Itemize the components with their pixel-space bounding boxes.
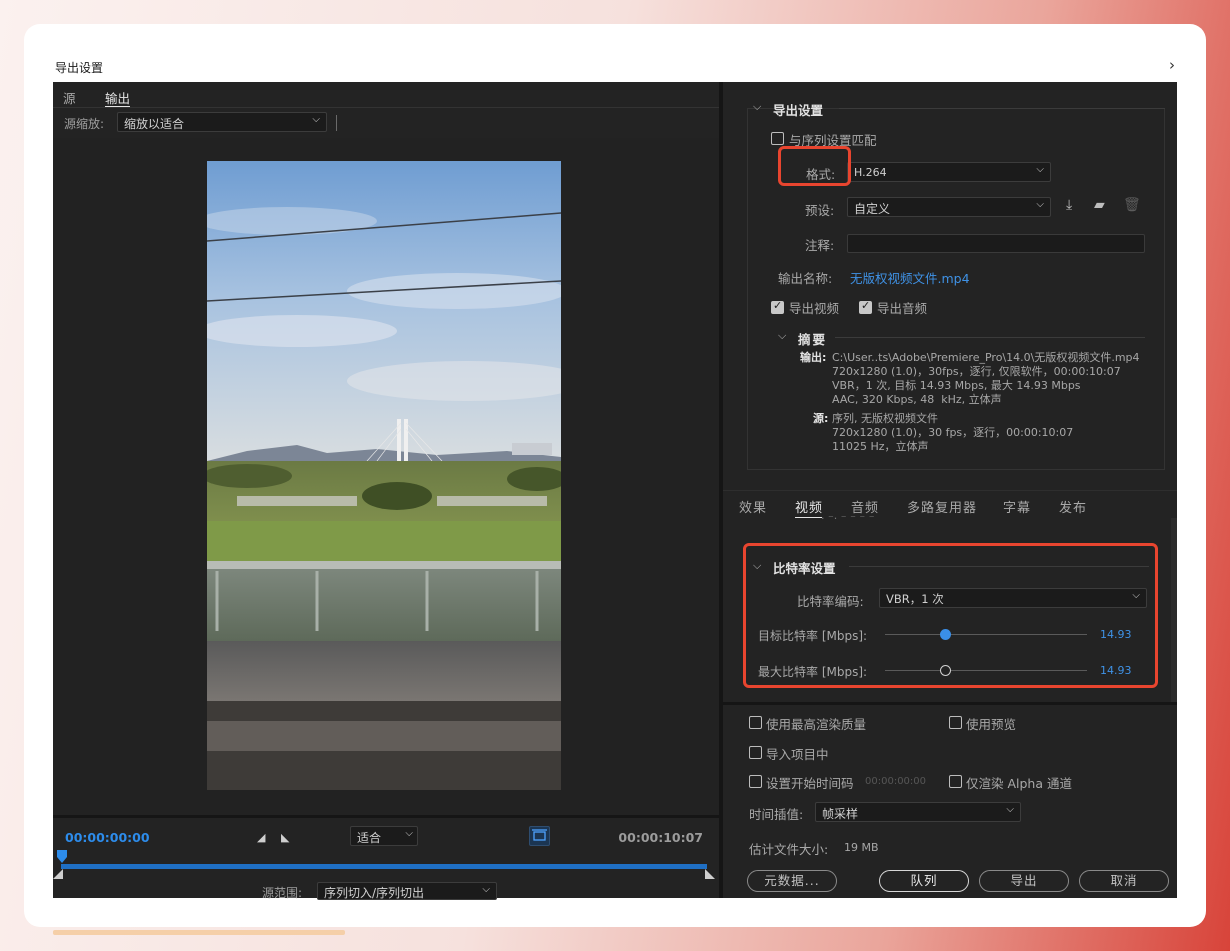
collapse-chevron-icon[interactable]: ⌵ xyxy=(753,100,761,114)
export-settings-dialog: 导出设置 › 源 输出 源缩放: 缩放以适合 ⌵ 00:00:00:00 ◢ ◣… xyxy=(53,52,1177,900)
source-scale-label: 源缩放: xyxy=(64,117,105,131)
tab-video[interactable]: 视频 xyxy=(795,497,823,518)
summary-output-label: 输出: xyxy=(800,351,827,364)
timeline-controls: 00:00:00:00 ◢ ◣ 适合 ⌵ 00:00:10:07 源范围: 序列… xyxy=(53,815,719,900)
render-alpha-label: 仅渲染 Alpha 通道 xyxy=(966,776,1072,791)
fit-value: 适合 xyxy=(357,831,382,845)
settings-tabs: 效果 视频 音频 多路复用器 字幕 发布 xyxy=(723,490,1177,518)
summary-rule xyxy=(835,337,1145,338)
save-preset-icon[interactable]: ⤓ xyxy=(1066,197,1072,213)
clipped-row-text: · ⁻· ⁻ ⁻ ⁻ ⁻ xyxy=(821,512,875,525)
chevron-down-icon: ⌵ xyxy=(405,828,413,839)
format-value: H.264 xyxy=(854,166,887,179)
tab-source[interactable]: 源 xyxy=(63,88,76,107)
source-range-value: 序列切入/序列切出 xyxy=(324,886,425,900)
queue-button[interactable]: 队列 xyxy=(879,870,969,892)
chevron-down-icon: ⌵ xyxy=(1006,804,1014,815)
import-into-project-checkbox[interactable] xyxy=(749,746,762,759)
estimated-size-label: 估计文件大小: xyxy=(749,842,829,857)
time-interpolation-value: 帧采样 xyxy=(822,807,859,821)
comments-input[interactable] xyxy=(847,234,1145,253)
tab-captions[interactable]: 字幕 xyxy=(1003,497,1031,516)
summary-chevron-icon[interactable]: ⌵ xyxy=(778,329,786,343)
cancel-button[interactable]: 取消 xyxy=(1079,870,1169,892)
preset-select[interactable]: 自定义 ⌵ xyxy=(847,197,1051,217)
tab-multiplexer[interactable]: 多路复用器 xyxy=(907,497,977,516)
section-rule xyxy=(839,108,1165,109)
timecode-end: 00:00:10:07 xyxy=(618,830,703,845)
export-options: 使用最高渲染质量 使用预览 导入项目中 设置开始时间码 00:00:00:00 … xyxy=(723,702,1177,898)
tab-publish[interactable]: 发布 xyxy=(1059,497,1087,516)
export-audio-label: 导出音频 xyxy=(877,301,928,316)
time-interpolation-label: 时间插值: xyxy=(749,807,804,822)
delete-preset-icon[interactable]: 🗑 xyxy=(1123,197,1141,213)
timecode-start[interactable]: 00:00:00:00 xyxy=(65,830,150,845)
estimated-size-value: 19 MB xyxy=(844,841,879,854)
chevron-down-icon: ⌵ xyxy=(1036,164,1044,175)
fit-select[interactable]: 适合 ⌵ xyxy=(350,826,418,846)
max-render-quality-checkbox[interactable] xyxy=(749,716,762,729)
preset-label: 预设: xyxy=(805,203,835,218)
title-bar: 导出设置 › xyxy=(53,52,1177,82)
video-frame-image xyxy=(207,161,561,790)
tab-output[interactable]: 输出 xyxy=(105,88,131,107)
format-select[interactable]: H.264 ⌵ xyxy=(847,162,1051,182)
metadata-button[interactable]: 元数据... xyxy=(747,870,837,892)
summary-output-text: C:\User..ts\Adobe\Premiere_Pro\14.0\无版权视… xyxy=(832,351,1140,406)
video-monitor xyxy=(53,138,719,815)
preview-tabs: 源 输出 xyxy=(53,82,719,108)
video-frame-preview xyxy=(207,161,561,790)
bitrate-highlight-box xyxy=(743,543,1158,688)
aspect-ratio-icon[interactable] xyxy=(529,826,550,846)
playhead-icon[interactable] xyxy=(57,850,67,864)
format-highlight-box xyxy=(778,146,851,186)
use-previews-label: 使用预览 xyxy=(966,717,1017,732)
match-sequence-checkbox[interactable] xyxy=(771,132,784,145)
max-render-quality-label: 使用最高渲染质量 xyxy=(766,717,867,732)
source-scale-value: 缩放以适合 xyxy=(124,117,185,131)
set-start-timecode-label: 设置开始时间码 xyxy=(766,776,854,791)
close-icon[interactable]: › xyxy=(1169,56,1175,74)
comments-label: 注释: xyxy=(805,238,835,253)
time-interpolation-select[interactable]: 帧采样 ⌵ xyxy=(815,802,1021,822)
summary-title: 摘要 xyxy=(798,332,828,347)
use-previews-checkbox[interactable] xyxy=(949,716,962,729)
export-settings-title: 导出设置 xyxy=(773,103,824,118)
import-into-project-label: 导入项目中 xyxy=(766,747,829,762)
range-start-handle-icon[interactable] xyxy=(53,869,63,879)
render-alpha-checkbox[interactable] xyxy=(949,775,962,788)
source-range-select[interactable]: 序列切入/序列切出 ⌵ xyxy=(317,882,497,900)
window-title: 导出设置 xyxy=(55,61,104,75)
export-button[interactable]: 导出 xyxy=(979,870,1069,892)
import-preset-icon[interactable]: ▰ xyxy=(1094,197,1105,213)
decorative-stripe xyxy=(53,930,345,935)
start-timecode-value[interactable]: 00:00:00:00 xyxy=(865,775,926,789)
settings-panel: ⌵ 导出设置 与序列设置匹配 格式: H.264 ⌵ 预设: 自定义 ⌵ ⤓ ▰… xyxy=(723,82,1177,898)
source-scale-select[interactable]: 缩放以适合 ⌵ xyxy=(117,112,327,132)
aspect-ratio-glyph xyxy=(532,829,547,841)
set-out-point-icon[interactable]: ◣ xyxy=(281,831,289,844)
export-audio-checkbox[interactable] xyxy=(859,299,872,314)
tab-effects[interactable]: 效果 xyxy=(739,497,767,516)
chevron-down-icon: ⌵ xyxy=(1036,199,1044,210)
preview-panel: 源 输出 源缩放: 缩放以适合 ⌵ 00:00:00:00 ◢ ◣ 适合 ⌵ 0… xyxy=(53,82,719,900)
summary-source-label: 源: xyxy=(813,412,829,425)
output-name-label: 输出名称: xyxy=(778,271,833,286)
toolbar-separator xyxy=(336,115,337,131)
source-range-label: 源范围: xyxy=(262,886,303,900)
timeline-track[interactable] xyxy=(61,864,707,869)
chevron-down-icon: ⌵ xyxy=(482,884,490,895)
export-video-checkbox[interactable] xyxy=(771,299,784,314)
export-video-label: 导出视频 xyxy=(789,301,840,316)
set-in-point-icon[interactable]: ◢ xyxy=(257,831,265,844)
summary-source-text: 序列, 无版权视频文件 720x1280 (1.0)，30 fps，逐行，00:0… xyxy=(832,412,1074,453)
preset-value: 自定义 xyxy=(854,202,891,216)
chevron-down-icon: ⌵ xyxy=(312,114,320,125)
range-end-handle-icon[interactable] xyxy=(705,869,715,879)
output-name-link[interactable]: 无版权视频文件.mp4 xyxy=(850,268,970,287)
set-start-timecode-checkbox[interactable] xyxy=(749,775,762,788)
